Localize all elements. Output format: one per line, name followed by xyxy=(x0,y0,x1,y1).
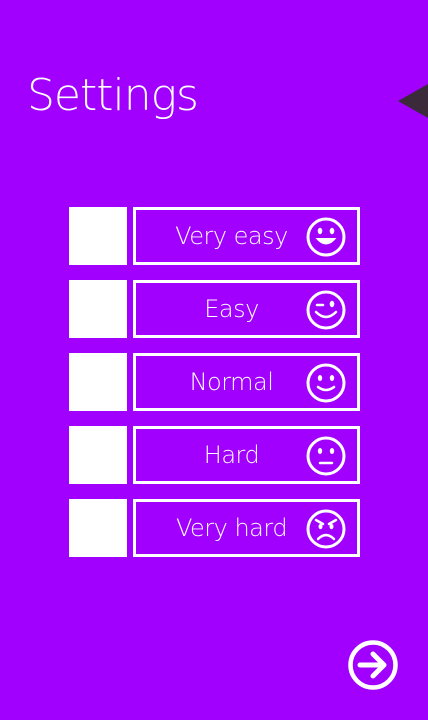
checkbox-normal[interactable] xyxy=(69,353,127,411)
option-hard-button[interactable]: Hard xyxy=(133,426,360,484)
option-easy-button[interactable]: Easy xyxy=(133,280,360,338)
difficulty-row-easy: Easy xyxy=(69,280,361,338)
option-label: Very easy xyxy=(175,222,288,250)
difficulty-row-very-easy: Very easy xyxy=(69,207,361,265)
back-triangle-icon[interactable] xyxy=(398,84,428,118)
arrow-right-circle-icon[interactable] xyxy=(348,640,398,690)
page-title: Settings xyxy=(27,70,199,121)
option-very-hard-button[interactable]: Very hard xyxy=(133,499,360,557)
big-smile-icon xyxy=(306,217,346,257)
wink-icon xyxy=(306,290,346,330)
angry-face-icon xyxy=(306,509,346,549)
checkbox-hard[interactable] xyxy=(69,426,127,484)
checkbox-very-easy[interactable] xyxy=(69,207,127,265)
option-label: Easy xyxy=(204,295,259,323)
option-very-easy-button[interactable]: Very easy xyxy=(133,207,360,265)
difficulty-row-very-hard: Very hard xyxy=(69,499,361,557)
option-label: Normal xyxy=(189,368,274,396)
checkbox-very-hard[interactable] xyxy=(69,499,127,557)
smile-icon xyxy=(306,363,346,403)
option-label: Hard xyxy=(203,441,260,469)
neutral-face-icon xyxy=(306,436,346,476)
option-normal-button[interactable]: Normal xyxy=(133,353,360,411)
option-label: Very hard xyxy=(175,514,288,542)
difficulty-row-hard: Hard xyxy=(69,426,361,484)
difficulty-row-normal: Normal xyxy=(69,353,361,411)
checkbox-easy[interactable] xyxy=(69,280,127,338)
